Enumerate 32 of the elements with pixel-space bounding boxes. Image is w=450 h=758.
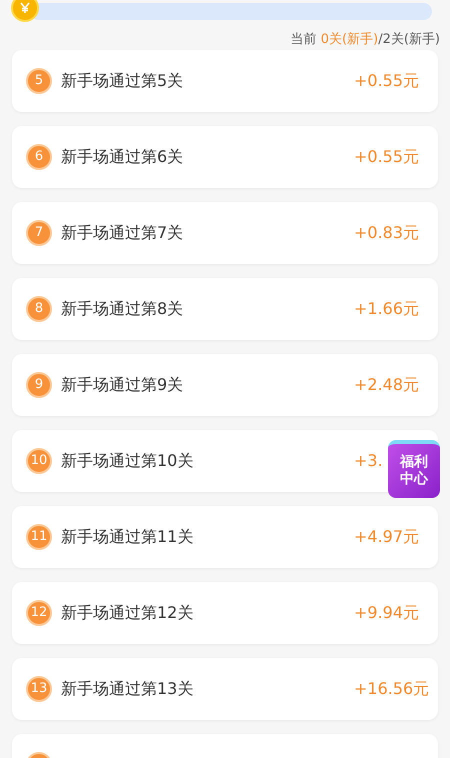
status-label: 当前 (290, 31, 318, 50)
level-number: 8 (26, 296, 52, 322)
task-title: 新手场通过第12关 (61, 602, 194, 624)
task-title: 新手场通过第11关 (61, 526, 194, 548)
coin-icon (11, 0, 39, 22)
level-number: 9 (26, 372, 52, 398)
reward-amount: +0.55元 (354, 70, 420, 92)
reward-amount: +4.97元 (354, 526, 420, 548)
reward-amount: +0.55元 (354, 146, 420, 168)
level-number: 7 (26, 220, 52, 246)
task-title: 新手场通过第8关 (61, 298, 184, 320)
task-title: 新手场通过第10关 (61, 450, 194, 472)
total-level: /2关(新手) (378, 31, 440, 50)
level-number: 12 (26, 600, 52, 626)
level-number: 5 (26, 68, 52, 94)
task-title: 新手场通过第7关 (61, 222, 184, 244)
level-number: 10 (26, 448, 52, 474)
reward-amount: +1.66元 (354, 298, 420, 320)
welfare-center-badge[interactable]: 福利中心 (388, 440, 440, 498)
task-title: 新手场通过第6关 (61, 146, 184, 168)
reward-amount: +0.83元 (354, 222, 420, 244)
reward-amount: +16.56元 (354, 678, 430, 700)
current-level: 0关(新手) (320, 31, 378, 50)
reward-amount: +9.94元 (354, 602, 420, 624)
level-number: 13 (26, 676, 52, 702)
level-number: 11 (26, 524, 52, 550)
reward-amount: +2.48元 (354, 374, 420, 396)
reward-amount: +3. (354, 450, 383, 472)
task-title: 新手场通过第13关 (61, 678, 194, 700)
task-title: 新手场通过第5关 (61, 70, 184, 92)
task-title: 新手场通过第9关 (61, 374, 184, 396)
level-number: 6 (26, 144, 52, 170)
